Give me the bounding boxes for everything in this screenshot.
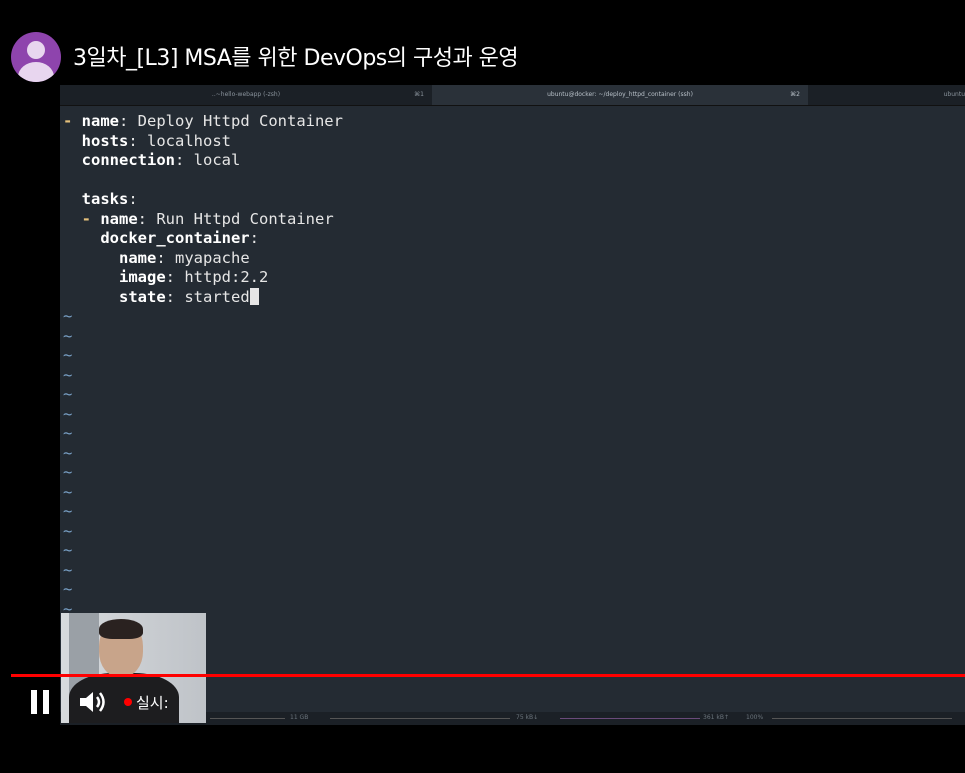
text-cursor xyxy=(249,287,259,305)
yaml-key: tasks xyxy=(81,190,129,208)
code-line: - name: Deploy Httpd Container xyxy=(63,112,343,130)
empty-line-marker: ~ xyxy=(63,580,73,598)
terminal-tab-bar: ..~hello-webapp (-zsh) ⌘1 ubuntu@docker:… xyxy=(60,85,965,106)
empty-line-marker: ~ xyxy=(63,326,73,345)
video-title[interactable]: 3일차_[L3] MSA를 위한 DevOps의 구성과 운영 xyxy=(73,40,519,72)
code-line: docker_container: xyxy=(100,229,259,247)
yaml-value: httpd:2.2 xyxy=(175,268,269,286)
yaml-value: Deploy Httpd Container xyxy=(128,112,343,130)
yaml-key: name xyxy=(81,112,119,130)
code-line: - name: Run Httpd Container xyxy=(81,209,334,228)
live-dot xyxy=(124,698,132,706)
yaml-value: local xyxy=(184,151,241,169)
empty-line-marker: ~ xyxy=(63,424,73,442)
empty-line-marker: ~ xyxy=(63,385,73,403)
empty-line-marker: ~ xyxy=(63,346,73,364)
yaml-key: state xyxy=(119,287,166,306)
code-line: name: myapache xyxy=(119,248,250,267)
empty-line-marker: ~ xyxy=(63,482,73,501)
empty-line-marker: ~ xyxy=(63,404,73,423)
code-line: image: httpd:2.2 xyxy=(119,268,269,286)
code-line: state: started xyxy=(63,287,343,308)
empty-line-marker: ~ xyxy=(63,463,73,481)
empty-line-marker: ~ xyxy=(63,307,73,325)
yaml-value: localhost xyxy=(137,131,232,150)
live-badge[interactable]: 실시: xyxy=(124,692,169,713)
pause-icon[interactable] xyxy=(29,690,51,714)
yaml-key: image xyxy=(119,268,166,286)
player-controls: 실시: xyxy=(0,680,965,725)
terminal-tab-3[interactable]: ubuntu xyxy=(808,85,965,105)
progress-bar[interactable] xyxy=(11,674,965,677)
person-icon xyxy=(27,41,45,59)
empty-line-marker: ~ xyxy=(63,502,73,520)
yaml-value: started xyxy=(175,287,250,306)
yaml-value: myapache xyxy=(165,248,250,267)
yaml-key: connection xyxy=(81,151,175,169)
empty-line-marker: ~ xyxy=(63,365,73,384)
yaml-value: Run Httpd Container xyxy=(147,209,334,228)
code-line: hosts: localhost xyxy=(81,131,232,150)
terminal-tab-1[interactable]: ..~hello-webapp (-zsh) ⌘1 xyxy=(60,85,432,105)
terminal-tab-2[interactable]: ubuntu@docker: ~/deploy_httpd_container … xyxy=(432,85,808,105)
code-line: connection: local xyxy=(81,151,241,169)
empty-line-marker: ~ xyxy=(63,541,73,559)
empty-line-marker: ~ xyxy=(63,560,73,579)
vim-editor[interactable]: - name: Deploy Httpd Container hosts: lo… xyxy=(63,112,343,619)
empty-line-marker: ~ xyxy=(63,521,73,540)
yaml-key: docker_container xyxy=(100,229,250,247)
channel-avatar[interactable] xyxy=(11,32,61,82)
volume-icon[interactable] xyxy=(77,688,107,716)
yaml-key: hosts xyxy=(81,131,129,150)
yaml-key: name xyxy=(100,209,138,228)
empty-line-marker: ~ xyxy=(63,443,73,462)
yaml-key: name xyxy=(119,248,157,267)
code-line: tasks: xyxy=(81,190,138,208)
